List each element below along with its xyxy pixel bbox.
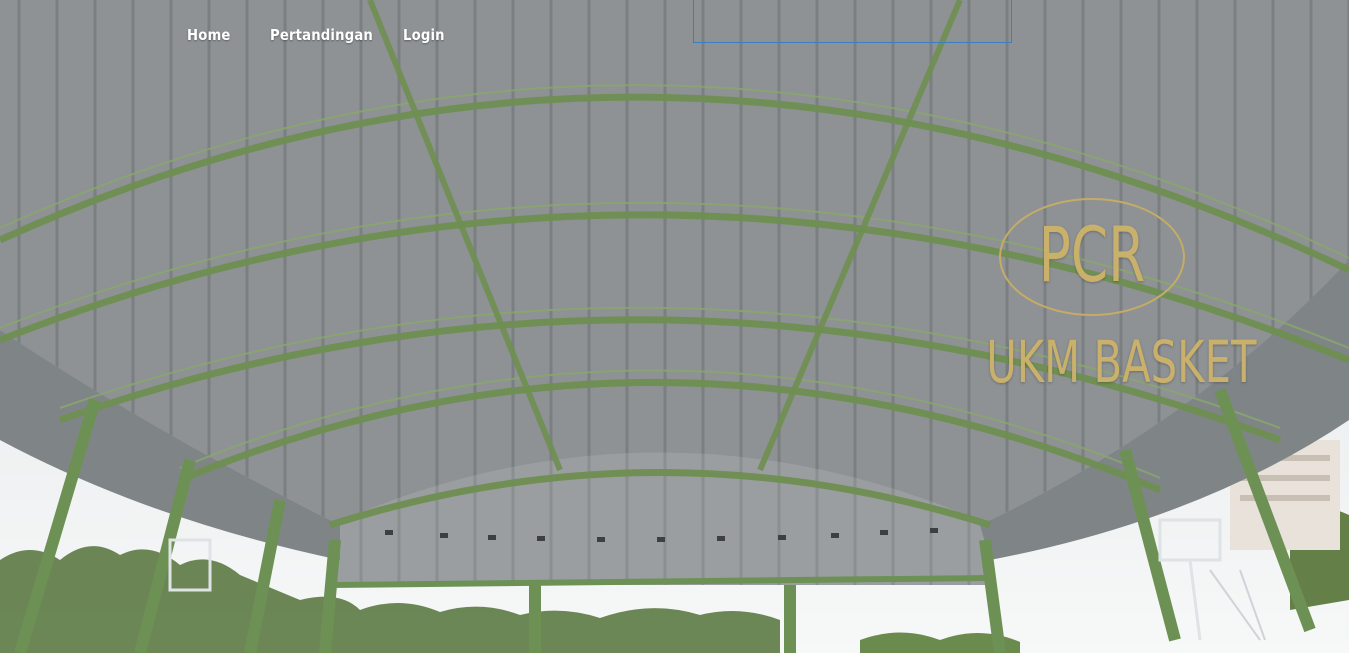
site-title: UKM BASKET: [986, 328, 1257, 396]
logo-pcr-text: PCR: [1038, 210, 1146, 299]
nav-login-link[interactable]: Login: [403, 22, 456, 48]
main-navigation: Home Pertandingan Login: [187, 22, 463, 48]
hero-background-image: Home Pertandingan Login PCR UKM BASKET: [0, 0, 1349, 653]
brand-logo: PCR UKM BASKET: [905, 198, 1257, 403]
nav-pertandingan-link[interactable]: Pertandingan: [270, 22, 387, 48]
nav-home-link[interactable]: Home: [187, 22, 260, 48]
search-dropdown-box[interactable]: [693, 0, 1012, 43]
